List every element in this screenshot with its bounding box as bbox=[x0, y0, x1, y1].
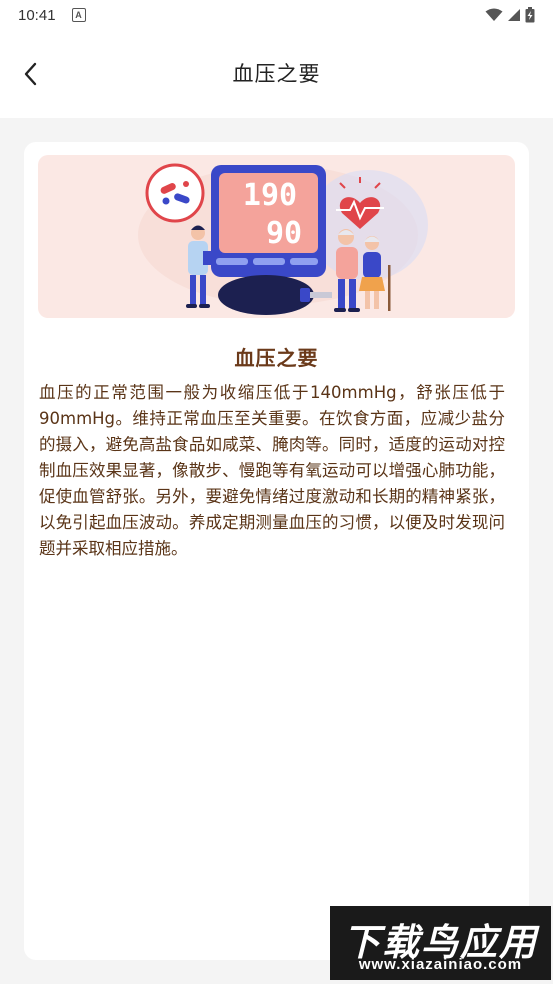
watermark-logo: 下载鸟应用 www.xiazainiao.com bbox=[330, 906, 551, 980]
watermark-url: www.xiazainiao.com bbox=[358, 956, 523, 973]
monitor-diastolic-reading: 90 bbox=[266, 216, 302, 251]
pills-icon bbox=[145, 163, 205, 223]
nav-bar: 血压之要 bbox=[0, 30, 553, 118]
notification-badge: A bbox=[71, 8, 86, 22]
wifi-icon bbox=[485, 8, 503, 21]
status-icons bbox=[485, 7, 535, 23]
status-bar: 10:41 A bbox=[0, 0, 553, 30]
article-body: 血压的正常范围一般为收缩压低于140mmHg，舒张压低于90mmHg。维持正常血… bbox=[39, 383, 505, 558]
page-title: 血压之要 bbox=[232, 62, 321, 86]
article-card: 190 90 血压之要 血压的正常范围一般为收缩压低于140mmHg，舒张压低于… bbox=[24, 142, 529, 960]
article-title: 血压之要 bbox=[234, 346, 319, 370]
article-banner-illustration: 190 90 bbox=[38, 155, 515, 318]
status-time: 10:41 bbox=[18, 6, 56, 24]
signal-icon bbox=[508, 9, 520, 21]
pressure-bulb-icon bbox=[218, 275, 314, 315]
monitor-systolic-reading: 190 bbox=[243, 178, 297, 213]
blood-pressure-illustration: 190 90 bbox=[138, 163, 428, 315]
bp-monitor: 190 90 bbox=[211, 165, 326, 277]
battery-charging-icon bbox=[525, 7, 535, 23]
